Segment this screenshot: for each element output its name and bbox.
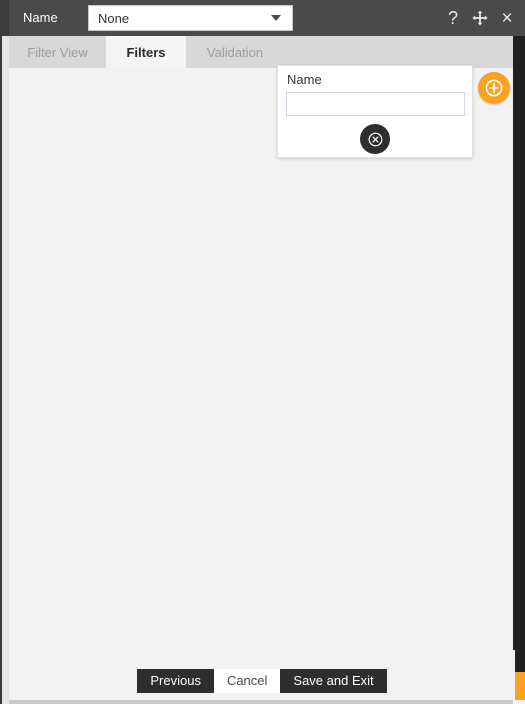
footer-bar: Previous Cancel Save and Exit [9, 650, 515, 702]
filter-card: Name [277, 65, 473, 158]
name-select[interactable]: None [88, 5, 293, 31]
chevron-down-icon [271, 15, 281, 21]
name-select-value: None [98, 10, 130, 26]
filter-name-input[interactable] [286, 92, 465, 116]
close-icon[interactable]: × [497, 7, 517, 29]
footer-button-group: Previous Cancel Save and Exit [137, 669, 387, 693]
remove-filter-button[interactable] [360, 124, 390, 154]
window-bottom-edge [9, 700, 513, 704]
title-bar-actions: ? × [443, 0, 517, 36]
save-and-exit-button[interactable]: Save and Exit [280, 669, 387, 693]
add-filter-button[interactable] [478, 72, 510, 104]
vertical-scrollbar-track[interactable] [513, 36, 525, 700]
tab-strip: Filter View Filters Validation [9, 36, 515, 68]
previous-button[interactable]: Previous [137, 669, 214, 693]
title-bar: Name None ? × [0, 0, 525, 36]
filter-name-label: Name [287, 72, 322, 87]
cancel-button[interactable]: Cancel [213, 669, 281, 693]
name-label: Name [23, 10, 58, 25]
title-bar-left-edge [0, 0, 9, 36]
filter-editor-window: Name None ? × Filter View Filters Valida… [0, 0, 525, 704]
help-icon[interactable]: ? [443, 7, 463, 29]
move-icon[interactable] [470, 7, 490, 29]
tab-filters[interactable]: Filters [106, 36, 186, 68]
window-left-rail [0, 36, 9, 704]
tab-validation[interactable]: Validation [186, 36, 284, 68]
tab-filter-view[interactable]: Filter View [9, 36, 106, 68]
